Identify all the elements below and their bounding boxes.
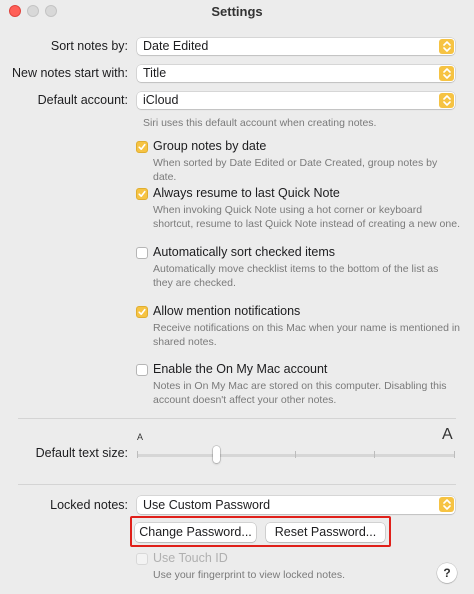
divider <box>18 484 456 485</box>
slider-tick <box>295 451 296 458</box>
option-description-line: account doesn't affect your other notes. <box>153 394 337 406</box>
text-size-slider-knob[interactable] <box>213 446 220 463</box>
checkbox-checked[interactable] <box>136 141 148 153</box>
option-description: When invoking Quick Note using a hot cor… <box>153 203 463 231</box>
chevron-up-down-icon <box>439 39 454 54</box>
text-size-label: Default text size: <box>35 446 128 460</box>
option-description: Automatically move checklist items to th… <box>153 262 463 290</box>
window-title: Settings <box>211 4 263 19</box>
checkbox-unchecked[interactable] <box>136 247 148 259</box>
option-description-line: Receive notifications on this Mac when y… <box>153 322 460 334</box>
default-account-hint: Siri uses this default account when crea… <box>143 117 377 129</box>
slider-tick <box>454 451 455 458</box>
locked-notes-value: Use Custom Password <box>143 498 271 512</box>
text-size-large-glyph: A <box>442 426 453 443</box>
option-label: Enable the On My Mac account <box>153 362 328 376</box>
option-description-line: Automatically move checklist items to th… <box>153 263 439 275</box>
checkbox-checked[interactable] <box>136 306 148 318</box>
chevron-up-down-icon <box>439 497 454 512</box>
divider <box>18 418 456 419</box>
option-description-line: shortcut, resume to last Quick Note inst… <box>153 218 460 230</box>
settings-window: Settings Sort notes by: Date Edited New … <box>0 0 474 594</box>
checkbox-checked[interactable] <box>136 188 148 200</box>
sort-notes-select[interactable]: Date Edited <box>137 38 455 55</box>
new-notes-value: Title <box>143 66 167 80</box>
default-account-label: Default account: <box>37 93 128 107</box>
option-description: When sorted by Date Edited or Date Creat… <box>153 156 463 184</box>
new-notes-label: New notes start with: <box>11 66 128 80</box>
option-description: Receive notifications on this Mac when y… <box>153 321 463 349</box>
default-account-value: iCloud <box>143 93 179 107</box>
checkbox-unchecked[interactable] <box>136 364 148 376</box>
sort-notes-label: Sort notes by: <box>50 39 128 53</box>
option-description-line: When invoking Quick Note using a hot cor… <box>153 204 423 216</box>
locked-notes-label: Locked notes: <box>50 498 128 512</box>
option-label: Automatically sort checked items <box>153 245 336 259</box>
option-description-line: Notes in On My Mac are stored on this co… <box>153 380 447 392</box>
help-button[interactable]: ? <box>437 563 457 583</box>
highlight-box <box>130 516 391 547</box>
option-label: Always resume to last Quick Note <box>153 186 340 200</box>
touch-id-checkbox[interactable] <box>136 553 148 565</box>
option-description-line: When sorted by Date Edited or Date Creat… <box>153 157 438 183</box>
option-label: Allow mention notifications <box>153 304 301 318</box>
option-description-line: shared notes. <box>153 336 217 348</box>
text-size-slider[interactable] <box>137 454 455 457</box>
titlebar: Settings <box>0 0 474 24</box>
sort-notes-value: Date Edited <box>143 39 209 53</box>
option-label: Group notes by date <box>153 139 267 153</box>
locked-notes-select[interactable]: Use Custom Password <box>137 496 455 514</box>
default-account-select[interactable]: iCloud <box>137 92 455 109</box>
option-description: Notes in On My Mac are stored on this co… <box>153 379 463 407</box>
slider-tick <box>374 451 375 458</box>
option-description-line: they are checked. <box>153 277 236 289</box>
touch-id-label: Use Touch ID <box>153 551 228 565</box>
touch-id-desc: Use your fingerprint to view locked note… <box>153 569 346 581</box>
chevron-up-down-icon <box>439 93 454 108</box>
chevron-up-down-icon <box>439 66 454 81</box>
slider-tick <box>137 451 138 458</box>
new-notes-select[interactable]: Title <box>137 65 455 82</box>
text-size-small-glyph: A <box>137 432 144 442</box>
